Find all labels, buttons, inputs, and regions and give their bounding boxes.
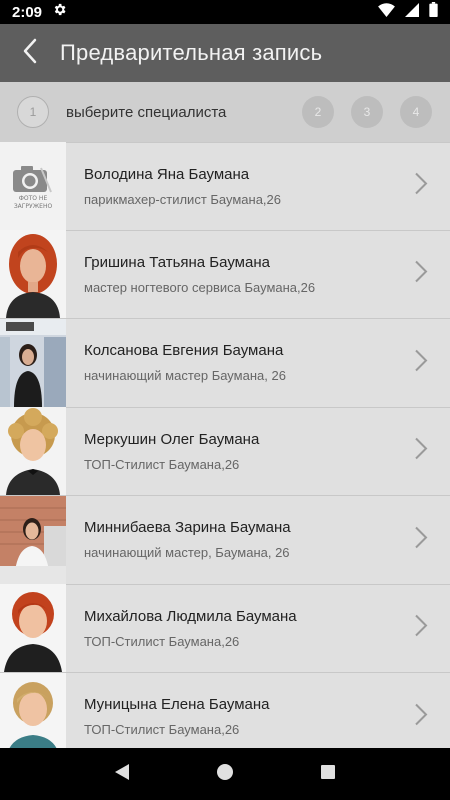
avatar-placeholder: ФОТО НЕ ЗАГРУЖЕНО [0,142,66,231]
battery-icon [429,2,438,22]
settings-gear-icon [52,2,67,22]
back-triangle-icon [114,763,130,786]
app-bar: Предварительная запись [0,24,450,82]
specialist-subtitle: ТОП-Стилист Баумана,26 [84,722,240,738]
chevron-right-icon [414,437,428,466]
back-arrow-icon [22,38,38,69]
chevron-right-icon [414,260,428,289]
status-time: 2:09 [12,3,43,21]
no-photo-line2: ЗАГРУЖЕНО [13,203,53,211]
specialist-name: Михайлова Людмила Баумана [84,607,297,625]
system-nav-bar [0,748,450,800]
nav-recents-button[interactable] [308,754,348,794]
specialist-item[interactable]: Муницына Елена Баумана ТОП-Стилист Баума… [0,672,450,748]
step-2-indicator: 2 [302,96,334,128]
avatar-photo [0,672,66,748]
wifi-icon [378,2,395,22]
specialist-name: Володина Яна Баумана [84,165,250,183]
specialist-item[interactable]: Колсанова Евгения Баумана начинающий мас… [0,318,450,408]
specialist-subtitle: начинающий мастер Баумана, 26 [84,368,286,384]
steps-bar: 1 выберите специалиста 2 3 4 [0,82,450,142]
back-button[interactable] [0,24,60,82]
signal-icon [405,2,419,22]
specialist-item[interactable]: Меркушин Олег Баумана ТОП-Стилист Бауман… [0,407,450,496]
specialist-item[interactable]: ФОТО НЕ ЗАГРУЖЕНО Володина Яна Баумана п… [0,142,450,231]
specialist-item[interactable]: Михайлова Людмила Баумана ТОП-Стилист Ба… [0,584,450,673]
avatar-photo [0,495,66,584]
specialist-item[interactable]: Гришина Татьяна Баумана мастер ногтевого… [0,230,450,319]
step-4-indicator: 4 [400,96,432,128]
chevron-right-icon [414,172,428,201]
step-3-indicator: 3 [351,96,383,128]
specialist-name: Гришина Татьяна Баумана [84,253,270,271]
chevron-right-icon [414,525,428,554]
chevron-right-icon [414,702,428,731]
specialist-subtitle: ТОП-Стилист Баумана,26 [84,456,240,472]
avatar-photo [0,230,66,319]
step-label: выберите специалиста [66,103,227,121]
page-title: Предварительная запись [60,40,323,65]
chevron-right-icon [414,348,428,377]
specialist-name: Муницына Елена Баумана [84,696,270,714]
specialist-name: Колсанова Евгения Баумана [84,342,284,360]
specialist-item[interactable]: Миннибаева Зарина Баумана начинающий мас… [0,495,450,585]
specialist-name: Миннибаева Зарина Баумана [84,519,291,537]
nav-back-button[interactable] [102,754,142,794]
chevron-right-icon [414,614,428,643]
specialist-subtitle: мастер ногтевого сервиса Баумана,26 [84,279,316,295]
status-bar: 2:09 [0,0,450,24]
avatar-photo [0,584,66,673]
step-1-indicator: 1 [17,96,49,128]
no-photo-caption: ФОТО НЕ ЗАГРУЖЕНО [0,195,66,211]
recents-square-icon [320,764,336,785]
specialist-subtitle: парикмахер-стилист Баумана,26 [84,191,282,207]
camera-icon [11,164,53,199]
specialist-subtitle: начинающий мастер, Баумана, 26 [84,545,290,561]
home-circle-icon [216,763,234,786]
avatar-photo [0,407,66,496]
specialist-subtitle: ТОП-Стилист Баумана,26 [84,633,240,649]
specialist-list: ФОТО НЕ ЗАГРУЖЕНО Володина Яна Баумана п… [0,142,450,748]
nav-home-button[interactable] [205,754,245,794]
no-photo-line1: ФОТО НЕ [18,195,48,203]
avatar-photo [0,318,66,407]
specialist-name: Меркушин Олег Баумана [84,430,260,448]
